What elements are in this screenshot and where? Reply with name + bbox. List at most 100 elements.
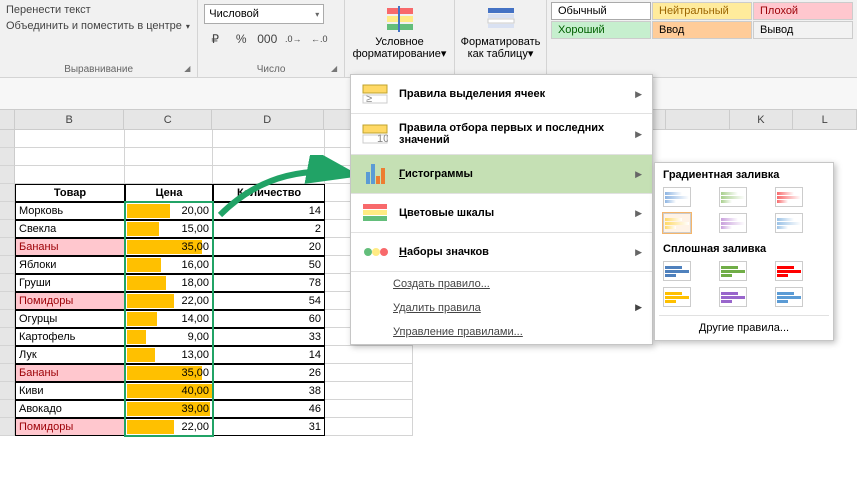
col-header-d[interactable]: D — [212, 110, 323, 129]
number-format-dropdown[interactable]: Числовой ▾ — [204, 4, 324, 24]
cell-product[interactable]: Киви — [15, 382, 125, 400]
col-header-k[interactable]: K — [730, 110, 794, 129]
cell-price[interactable]: 13,00 — [125, 346, 213, 364]
cell-product[interactable]: Груши — [15, 274, 125, 292]
table-row[interactable]: Бананы35,0026 — [0, 364, 857, 382]
cell-product[interactable]: Морковь — [15, 202, 125, 220]
increase-decimal-button[interactable]: .0→ — [282, 28, 304, 50]
cell-qty[interactable]: 38 — [213, 382, 325, 400]
cell-qty[interactable]: 54 — [213, 292, 325, 310]
cell-qty[interactable]: 78 — [213, 274, 325, 292]
comma-button[interactable]: 000 — [256, 28, 278, 50]
cell-price[interactable]: 18,00 — [125, 274, 213, 292]
style-normal[interactable]: Обычный — [551, 2, 651, 20]
cell-price[interactable]: 35,00 — [125, 238, 213, 256]
submenu-arrow-icon: ▶ — [635, 89, 642, 100]
cell-price[interactable]: 16,00 — [125, 256, 213, 274]
col-header-l[interactable]: L — [793, 110, 857, 129]
cell-qty[interactable]: 14 — [213, 346, 325, 364]
databar-swatch[interactable] — [775, 213, 803, 233]
cell-qty[interactable]: 50 — [213, 256, 325, 274]
conditional-formatting-button[interactable]: Условное форматирование▾ — [351, 2, 448, 62]
table-row[interactable]: Авокадо39,0046 — [0, 400, 857, 418]
databar-swatch[interactable] — [663, 261, 691, 281]
alignment-dialog-launcher[interactable]: ◢ — [184, 64, 194, 74]
databar-swatch[interactable] — [719, 187, 747, 207]
databar-swatch[interactable] — [663, 213, 691, 233]
databar-swatch[interactable] — [719, 261, 747, 281]
style-bad[interactable]: Плохой — [753, 2, 853, 20]
cell-price[interactable]: 22,00 — [125, 418, 213, 436]
cell-product[interactable]: Авокадо — [15, 400, 125, 418]
table-row[interactable]: Помидоры22,0031 — [0, 418, 857, 436]
cf-clear-rules[interactable]: Удалить правила▶ — [351, 296, 652, 320]
format-as-table-label: Форматировать как таблицу▾ — [461, 36, 541, 60]
cell-qty[interactable]: 60 — [213, 310, 325, 328]
cell-qty[interactable]: 46 — [213, 400, 325, 418]
decrease-decimal-button[interactable]: ←.0 — [308, 28, 330, 50]
cell-product[interactable]: Помидоры — [15, 418, 125, 436]
wrap-text-button[interactable]: Перенести текст — [6, 2, 191, 18]
style-good[interactable]: Хороший — [551, 21, 651, 39]
submenu-arrow-icon: ▶ — [635, 208, 642, 219]
cell-price[interactable]: 20,00 — [125, 202, 213, 220]
cell-product[interactable]: Лук — [15, 346, 125, 364]
cf-highlight-cells[interactable]: ≥ Правила выделения ячеек ▶ — [351, 75, 652, 113]
cell-product[interactable]: Бананы — [15, 364, 125, 382]
col-header-b[interactable]: B — [15, 110, 124, 129]
cell-price[interactable]: 40,00 — [125, 382, 213, 400]
header-qty: Количество — [213, 184, 325, 202]
cf-new-rule[interactable]: Создать правило... — [351, 271, 652, 296]
format-as-table-button[interactable]: Форматировать как таблицу▾ — [461, 2, 540, 62]
style-neutral[interactable]: Нейтральный — [652, 2, 752, 20]
cell-qty[interactable]: 14 — [213, 202, 325, 220]
cf-data-bars-label: Гистограммы — [399, 168, 625, 180]
cf-color-scales[interactable]: Цветовые шкалы ▶ — [351, 193, 652, 232]
cf-manage-rules[interactable]: Управление правилами... — [351, 320, 652, 344]
cf-data-bars[interactable]: Гистограммы ▶ — [351, 154, 652, 193]
merge-center-button[interactable]: Объединить и поместить в центре ▾ — [6, 18, 191, 34]
ribbon: Перенести текст Объединить и поместить в… — [0, 0, 857, 78]
databar-swatch[interactable] — [663, 187, 691, 207]
cell-product[interactable]: Бананы — [15, 238, 125, 256]
cell-product[interactable]: Помидоры — [15, 292, 125, 310]
percent-button[interactable]: % — [230, 28, 252, 50]
style-input[interactable]: Ввод — [652, 21, 752, 39]
cell-qty[interactable]: 2 — [213, 220, 325, 238]
cf-top-bottom[interactable]: 10 Правила отбора первых и последних зна… — [351, 113, 652, 154]
databar-swatch[interactable] — [663, 287, 691, 307]
cell-price[interactable]: 35,00 — [125, 364, 213, 382]
data-bars-submenu: Градиентная заливка Сплошная заливка Дру… — [654, 162, 834, 341]
chevron-down-icon: ▾ — [315, 10, 319, 19]
cell-qty[interactable]: 26 — [213, 364, 325, 382]
databar-swatch[interactable] — [719, 213, 747, 233]
highlight-cells-icon: ≥ — [361, 83, 389, 105]
style-output[interactable]: Вывод — [753, 21, 853, 39]
table-row[interactable]: Киви40,0038 — [0, 382, 857, 400]
table-row[interactable]: Лук13,0014 — [0, 346, 857, 364]
cell-product[interactable]: Свекла — [15, 220, 125, 238]
cell-price[interactable]: 39,00 — [125, 400, 213, 418]
col-header-j[interactable] — [666, 110, 730, 129]
cell-price[interactable]: 14,00 — [125, 310, 213, 328]
databar-swatch[interactable] — [775, 187, 803, 207]
cell-price[interactable]: 9,00 — [125, 328, 213, 346]
databar-swatch[interactable] — [775, 261, 803, 281]
cell-qty[interactable]: 20 — [213, 238, 325, 256]
number-dialog-launcher[interactable]: ◢ — [331, 64, 341, 74]
cell-qty[interactable]: 31 — [213, 418, 325, 436]
other-rules-link[interactable]: Другие правила... — [659, 315, 829, 336]
currency-button[interactable]: ₽ — [204, 28, 226, 50]
cell-product[interactable]: Картофель — [15, 328, 125, 346]
select-all-corner[interactable] — [0, 110, 15, 129]
cell-price[interactable]: 15,00 — [125, 220, 213, 238]
cell-product[interactable]: Яблоки — [15, 256, 125, 274]
cell-price[interactable]: 22,00 — [125, 292, 213, 310]
databar-swatch[interactable] — [719, 287, 747, 307]
cf-icon-sets[interactable]: Наборы значков ▶ — [351, 232, 652, 271]
cell-product[interactable]: Огурцы — [15, 310, 125, 328]
chevron-down-icon: ▾ — [186, 22, 190, 31]
col-header-c[interactable]: C — [124, 110, 212, 129]
databar-swatch[interactable] — [775, 287, 803, 307]
cell-qty[interactable]: 33 — [213, 328, 325, 346]
